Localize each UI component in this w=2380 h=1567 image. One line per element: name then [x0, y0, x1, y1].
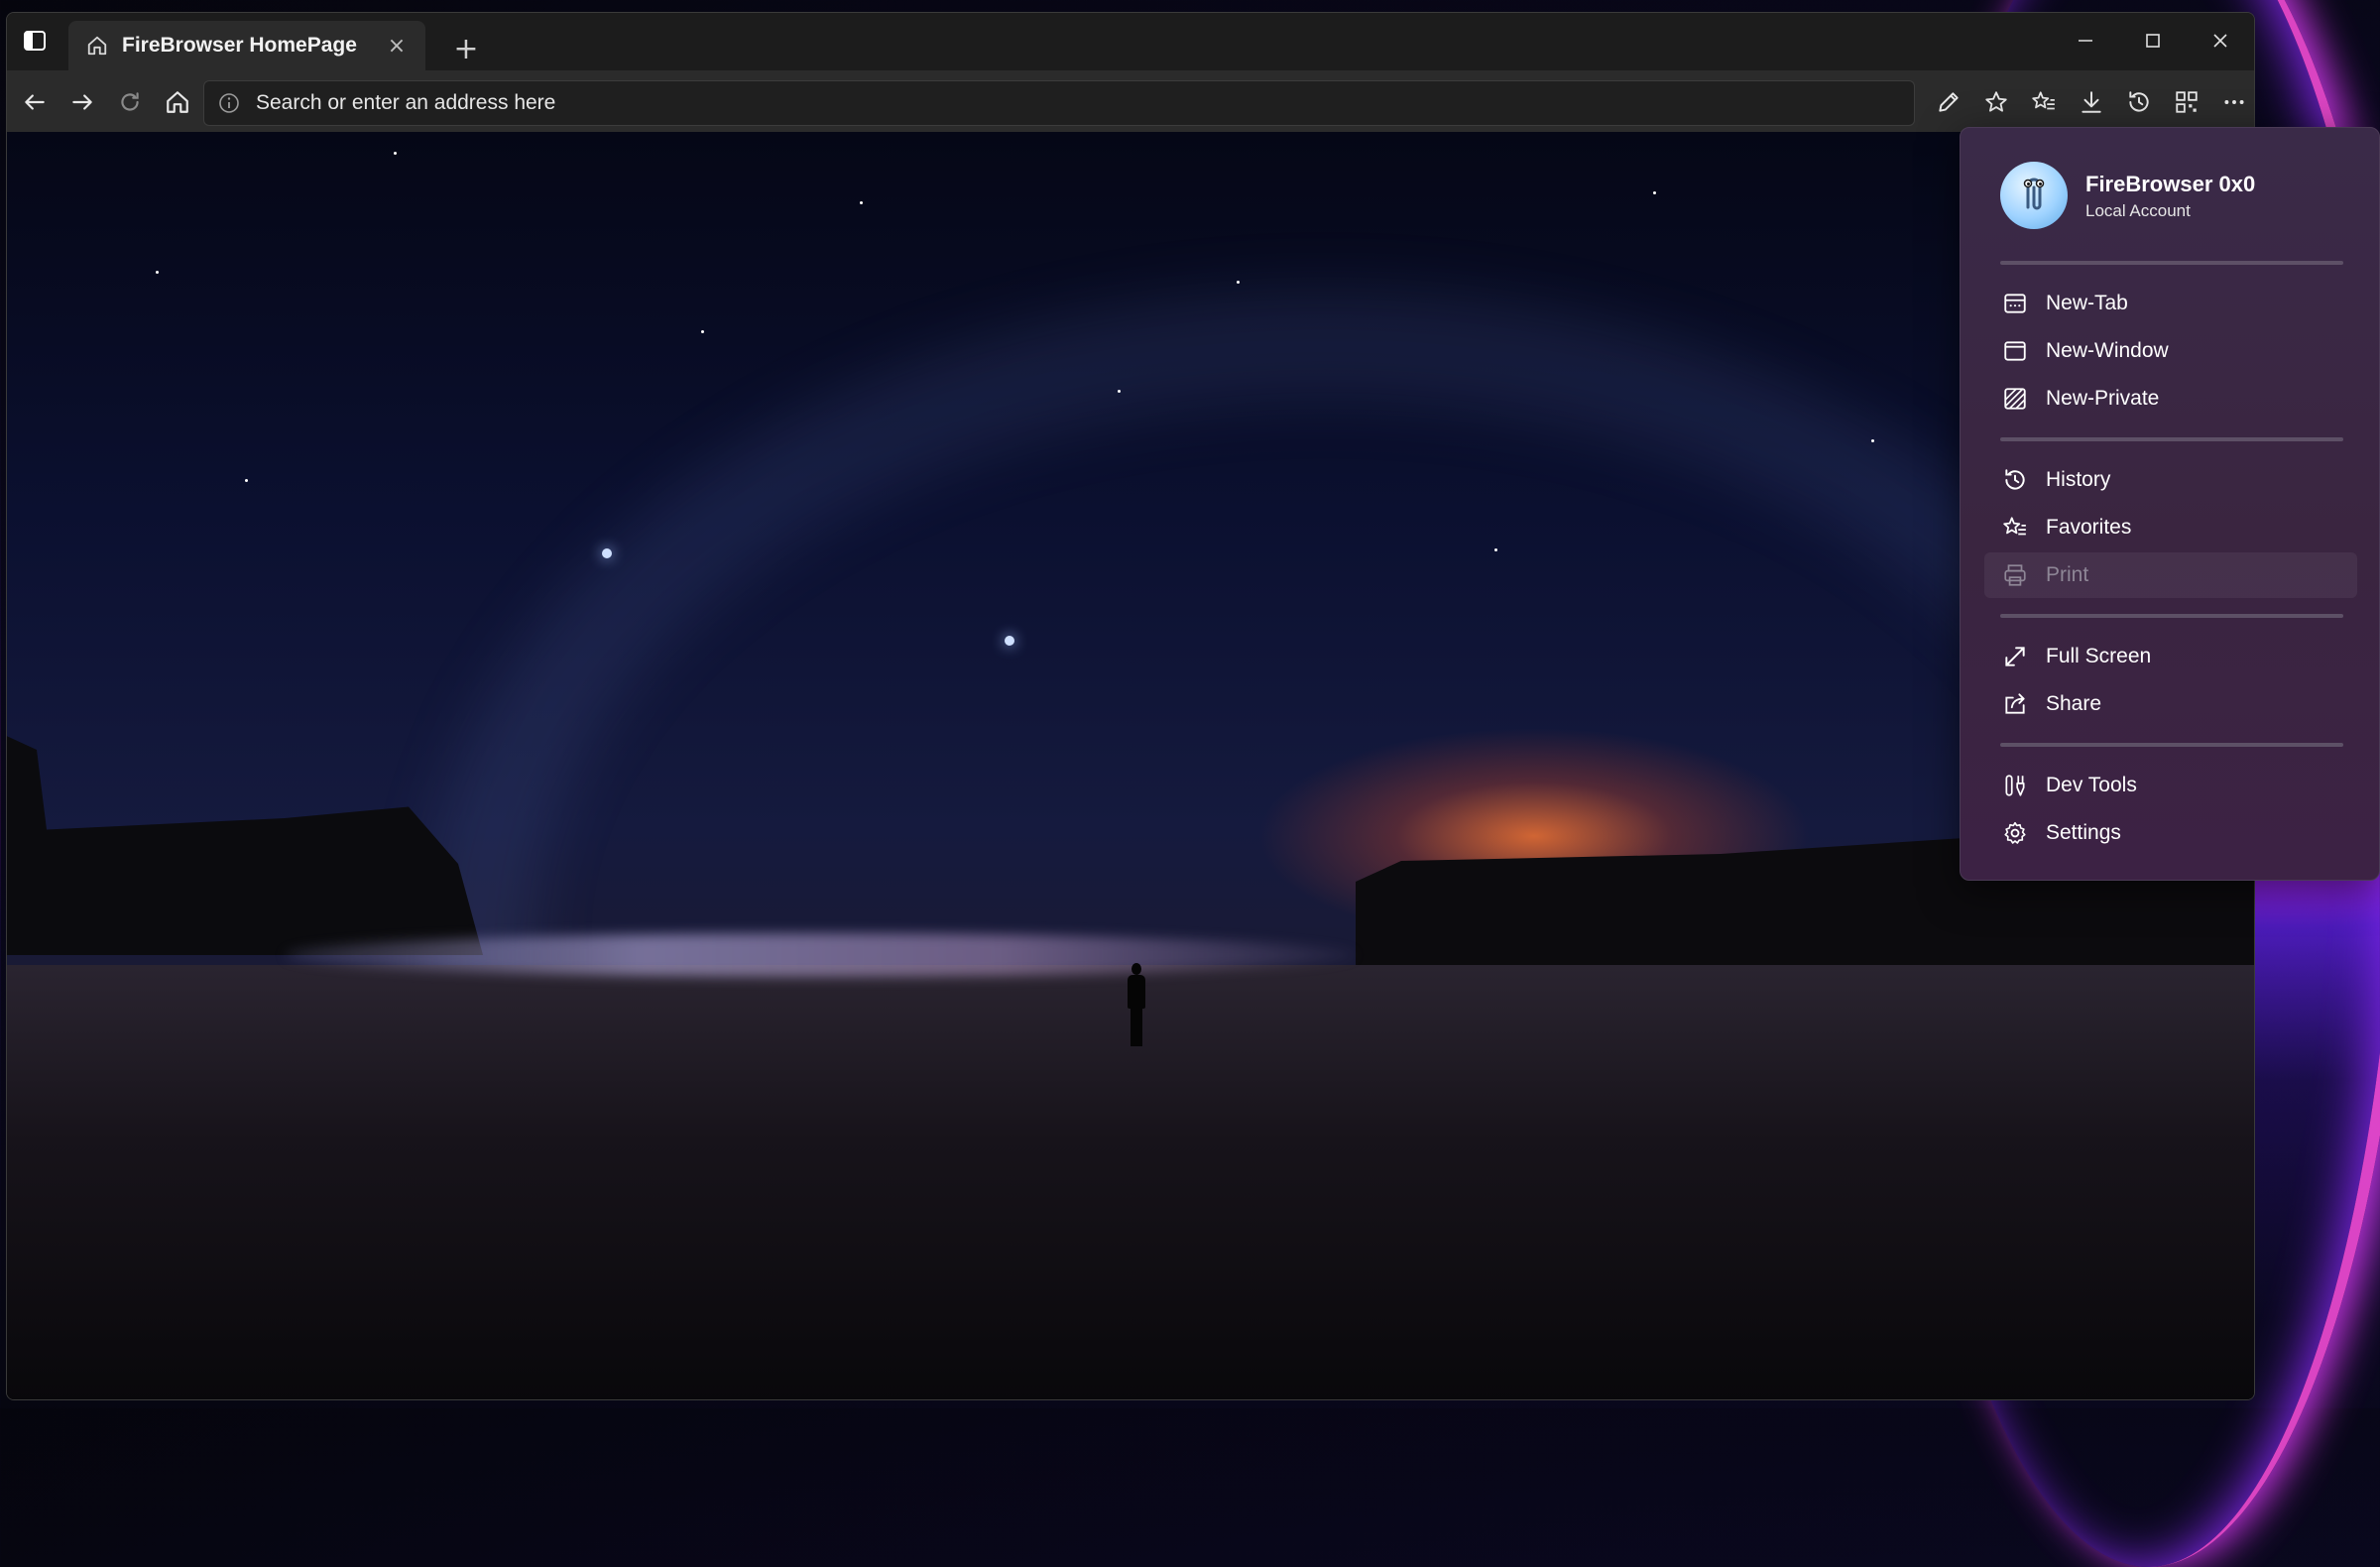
- star: [1871, 439, 1874, 442]
- person-silhouette: [1126, 963, 1147, 1046]
- close-window-icon[interactable]: [2187, 21, 2254, 60]
- tab-title: FireBrowser HomePage: [122, 34, 357, 57]
- menu-item-label: New-Private: [2046, 387, 2160, 410]
- menu-divider: [2000, 743, 2343, 747]
- back-icon[interactable]: [17, 84, 53, 120]
- menu-item-print[interactable]: Print: [1984, 552, 2357, 598]
- menu-item-label: Print: [2046, 563, 2089, 586]
- star: [245, 479, 248, 482]
- favorites-icon: [2000, 513, 2030, 542]
- profile-account-type: Local Account: [2085, 201, 2191, 220]
- star: [394, 152, 397, 155]
- address-input[interactable]: Search or enter an address here: [256, 91, 555, 115]
- menu-item-label: New-Tab: [2046, 292, 2128, 314]
- menu-item-favorites[interactable]: Favorites: [1984, 505, 2357, 550]
- star: [701, 330, 704, 333]
- print-icon: [2000, 560, 2030, 590]
- tab-homepage[interactable]: FireBrowser HomePage ×: [68, 21, 425, 70]
- menu-item-dev-tools[interactable]: Dev Tools: [1984, 763, 2357, 808]
- profile-header[interactable]: FireBrowser 0x0 Local Account: [2000, 162, 2357, 231]
- menu-item-new-private[interactable]: New-Private: [1984, 376, 2357, 422]
- star: [1653, 191, 1656, 194]
- minimize-icon[interactable]: [2052, 21, 2119, 60]
- home-button-icon[interactable]: [160, 84, 195, 120]
- star: [860, 201, 863, 204]
- menu-item-new-window[interactable]: New-Window: [1984, 328, 2357, 374]
- share-icon: [2000, 689, 2030, 719]
- window-icon: [2000, 336, 2030, 366]
- menu-item-label: Dev Tools: [2046, 774, 2137, 796]
- bright-star: [1005, 636, 1014, 646]
- profile-name: FireBrowser 0x0: [2085, 172, 2256, 196]
- menu-item-label: History: [2046, 468, 2111, 491]
- qr-code-icon[interactable]: [2169, 84, 2204, 120]
- menu-item-share[interactable]: Share: [1984, 681, 2357, 727]
- tab-close-icon[interactable]: ×: [382, 31, 412, 60]
- pen-icon[interactable]: [1931, 84, 1966, 120]
- sidebar-toggle-icon[interactable]: [21, 27, 49, 55]
- new-tab-button[interactable]: +: [451, 35, 481, 64]
- menu-item-label: Settings: [2046, 821, 2121, 844]
- star: [156, 271, 159, 274]
- history-icon: [2000, 465, 2030, 495]
- toolbar: Search or enter an address here: [7, 70, 2254, 133]
- star: [1494, 548, 1497, 551]
- browser-menu: FireBrowser 0x0 Local Account New-Tab Ne…: [1960, 127, 2380, 881]
- menu-divider: [2000, 261, 2343, 265]
- fullscreen-icon: [2000, 642, 2030, 671]
- star: [1237, 281, 1240, 284]
- refresh-icon[interactable]: [112, 84, 148, 120]
- sea-foam: [285, 933, 1356, 977]
- menu-item-full-screen[interactable]: Full Screen: [1984, 634, 2357, 679]
- cliff-left: [7, 727, 483, 955]
- menu-item-label: New-Window: [2046, 339, 2169, 362]
- bright-star: [602, 548, 612, 558]
- address-bar[interactable]: Search or enter an address here: [203, 80, 1915, 126]
- maximize-icon[interactable]: [2119, 21, 2187, 60]
- menu-item-history[interactable]: History: [1984, 457, 2357, 503]
- title-bar: FireBrowser HomePage × +: [7, 13, 2254, 70]
- new-tab-icon: [2000, 289, 2030, 318]
- forward-icon[interactable]: [64, 84, 100, 120]
- home-icon: [84, 33, 110, 59]
- more-options-icon[interactable]: [2216, 84, 2252, 120]
- menu-item-label: Full Screen: [2046, 645, 2152, 667]
- gear-icon: [2000, 818, 2030, 848]
- menu-item-settings[interactable]: Settings: [1984, 810, 2357, 856]
- browser-window: FireBrowser HomePage × + Search or enter…: [6, 12, 2255, 1400]
- devtools-icon: [2000, 771, 2030, 800]
- menu-item-new-tab[interactable]: New-Tab: [1984, 281, 2357, 326]
- menu-item-label: Share: [2046, 692, 2102, 715]
- menu-divider: [2000, 614, 2343, 618]
- download-icon[interactable]: [2074, 84, 2109, 120]
- info-icon[interactable]: [216, 90, 242, 116]
- star: [1118, 390, 1121, 393]
- private-icon: [2000, 384, 2030, 414]
- history-icon[interactable]: [2121, 84, 2157, 120]
- homepage-background-image: [7, 132, 2254, 1399]
- favorites-list-icon[interactable]: [2026, 84, 2062, 120]
- menu-divider: [2000, 437, 2343, 441]
- avatar: [2000, 162, 2068, 229]
- star-icon[interactable]: [1978, 84, 2014, 120]
- menu-item-label: Favorites: [2046, 516, 2132, 539]
